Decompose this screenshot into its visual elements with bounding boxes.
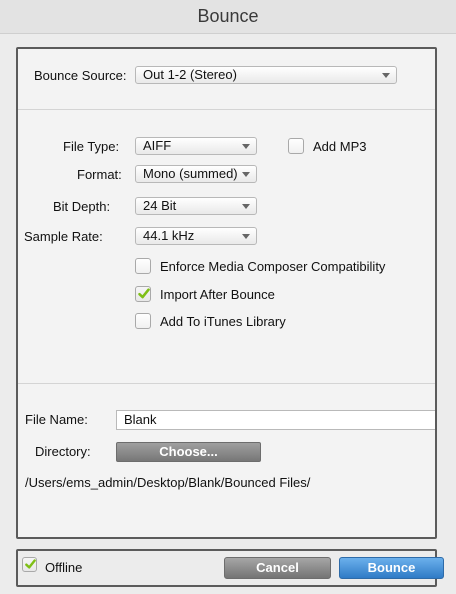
cancel-button-label: Cancel (256, 560, 299, 575)
import-after-bounce-label: Import After Bounce (160, 287, 275, 302)
bit-depth-value: 24 Bit (143, 198, 177, 213)
bounce-window: Bounce Bounce Source: Out 1-2 (Stereo) F… (0, 0, 456, 594)
chevron-down-icon (242, 204, 250, 209)
format-label: Format: (77, 167, 122, 182)
offline-checkbox[interactable] (22, 557, 37, 572)
file-name-value: Blank (124, 412, 157, 427)
add-mp3-label: Add MP3 (313, 139, 367, 154)
checkmark-icon (25, 559, 36, 569)
cancel-button[interactable]: Cancel (224, 557, 331, 579)
bit-depth-label: Bit Depth: (53, 199, 111, 214)
bounce-source-select[interactable]: Out 1-2 (Stereo) (135, 66, 397, 84)
bit-depth-select[interactable]: 24 Bit (135, 197, 257, 215)
choose-directory-button[interactable]: Choose... (116, 442, 261, 462)
section-divider (18, 383, 435, 384)
checkmark-icon (138, 288, 150, 299)
offline-label: Offline (45, 560, 83, 575)
file-type-label: File Type: (63, 139, 120, 154)
file-name-input[interactable]: Blank (116, 410, 435, 430)
chevron-down-icon (242, 144, 250, 149)
directory-label: Directory: (35, 444, 91, 459)
section-divider (18, 109, 435, 110)
sample-rate-value: 44.1 kHz (143, 228, 195, 243)
directory-path: /Users/ems_admin/Desktop/Blank/Bounced F… (25, 475, 311, 490)
window-title: Bounce (197, 6, 259, 26)
window-titlebar: Bounce (0, 0, 456, 34)
format-value: Mono (summed) (143, 166, 238, 181)
file-type-select[interactable]: AIFF (135, 137, 257, 155)
add-mp3-checkbox[interactable] (288, 138, 304, 154)
bounce-source-value: Out 1-2 (Stereo) (143, 67, 237, 82)
chevron-down-icon (242, 234, 250, 239)
bounce-button[interactable]: Bounce (339, 557, 444, 579)
format-select[interactable]: Mono (summed) (135, 165, 257, 183)
bounce-source-label: Bounce Source: (34, 68, 127, 83)
file-type-value: AIFF (143, 138, 172, 153)
file-name-label: File Name: (25, 412, 88, 427)
chevron-down-icon (382, 73, 390, 78)
import-after-bounce-checkbox[interactable] (135, 286, 151, 302)
sample-rate-select[interactable]: 44.1 kHz (135, 227, 257, 245)
bounce-settings-panel: Bounce Source: Out 1-2 (Stereo) File Typ… (16, 47, 437, 539)
enforce-media-composer-label: Enforce Media Composer Compatibility (160, 259, 386, 274)
add-to-itunes-checkbox[interactable] (135, 313, 151, 329)
sample-rate-label: Sample Rate: (24, 229, 103, 244)
bounce-button-label: Bounce (367, 560, 416, 575)
chevron-down-icon (242, 172, 250, 177)
choose-button-label: Choose... (159, 444, 218, 459)
enforce-media-composer-checkbox[interactable] (135, 258, 151, 274)
add-to-itunes-label: Add To iTunes Library (160, 314, 286, 329)
